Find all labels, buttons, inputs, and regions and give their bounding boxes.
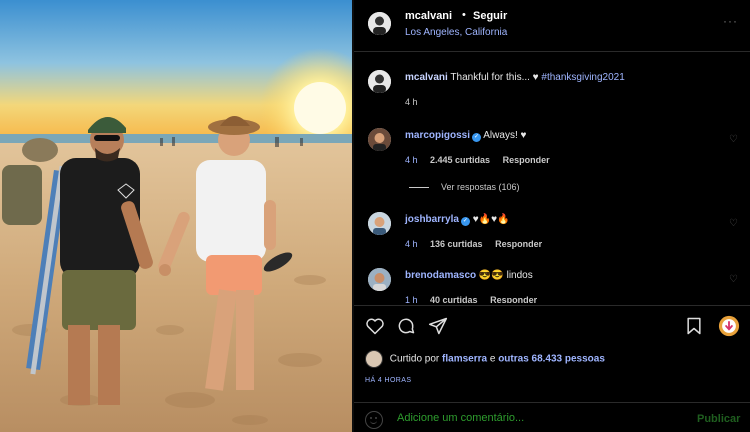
caption-hashtag[interactable]: #thanksgiving2021 (541, 72, 624, 83)
post-details-panel: mcalvani • Seguir Los Angeles, Californi… (354, 0, 750, 432)
verified-badge-icon: ✓ (472, 133, 482, 142)
comment-text: joshbarryla ✓ ♥🔥♥🔥 (405, 214, 509, 226)
post-timestamp[interactable]: HÁ 4 HORAS (365, 377, 411, 384)
reply-button[interactable]: Responder (490, 295, 537, 303)
bookmark-icon[interactable] (684, 316, 704, 339)
view-replies-button[interactable]: Ver respostas (106) (409, 182, 520, 192)
comment-time: 4 h (405, 239, 418, 249)
commenter-avatar[interactable] (368, 212, 391, 235)
comment-likes[interactable]: 2.445 curtidas (430, 155, 490, 165)
liked-by-prefix: Curtido por (389, 353, 440, 365)
comment-time: 4 h (405, 155, 418, 165)
comment-like-heart-icon[interactable]: ♡ (729, 274, 738, 285)
view-replies-label: Ver respostas (106) (441, 182, 520, 192)
add-comment-bar: Publicar (354, 402, 750, 432)
author-username[interactable]: mcalvani (405, 10, 452, 22)
share-icon[interactable] (428, 316, 448, 339)
comment-likes[interactable]: 40 curtidas (430, 295, 478, 303)
comment-input[interactable] (397, 412, 687, 424)
follow-button[interactable]: Seguir (473, 10, 507, 22)
comment-body: ♥🔥♥🔥 (472, 214, 510, 225)
comment-meta: 4 h 2.445 curtidas Responder (405, 155, 560, 165)
commenter-avatar[interactable] (368, 128, 391, 151)
comment-time: 1 h (405, 295, 418, 303)
comment-username[interactable]: joshbarryla (405, 214, 459, 225)
beach-sunset-photo (0, 0, 352, 432)
caption-meta: 4 h (405, 97, 428, 107)
location-link[interactable]: Los Angeles, California (405, 27, 507, 38)
liked-by-conj: e (489, 353, 496, 365)
caption-body: Thankful for this... ♥ (450, 72, 542, 83)
author-avatar[interactable] (368, 12, 391, 35)
post-photo[interactable] (0, 0, 352, 432)
save-badge-icon[interactable] (718, 315, 740, 340)
comment-meta: 4 h 136 curtidas Responder (405, 239, 552, 249)
comment-meta: 1 h 40 curtidas Responder (405, 295, 547, 303)
verified-badge-icon: ✓ (460, 217, 470, 226)
commenter-avatar[interactable] (368, 268, 391, 291)
replies-line (409, 187, 429, 189)
reply-button[interactable]: Responder (495, 239, 542, 249)
liked-by-line: Curtido por flamserra e outras 68.433 pe… (365, 350, 605, 368)
comment-text: brenodamasco 😎😎 lindos (405, 270, 533, 281)
heart-icon[interactable] (365, 316, 385, 339)
caption-username[interactable]: mcalvani (405, 72, 448, 83)
caption-time: 4 h (405, 97, 418, 107)
reply-button[interactable]: Responder (503, 155, 550, 165)
comment-username[interactable]: brenodamasco (405, 270, 476, 281)
post-actions: Curtido por flamserra e outras 68.433 pe… (354, 305, 750, 432)
other-likers-link[interactable]: outras 68.433 pessoas (498, 354, 605, 365)
comment-username[interactable]: marcopigossi (405, 130, 470, 141)
comment-icon[interactable] (396, 316, 416, 339)
more-icon[interactable]: ··· (723, 14, 738, 28)
comment-body: Always! ♥ (483, 130, 527, 141)
comment-text: marcopigossi ✓ Always! ♥ (405, 130, 526, 142)
caption-text: mcalvani Thankful for this... ♥ #thanksg… (405, 72, 625, 83)
liker-username[interactable]: flamserra (442, 354, 487, 365)
comment-body: 😎😎 lindos (478, 270, 533, 281)
comment-like-heart-icon[interactable]: ♡ (729, 134, 738, 145)
caption-avatar[interactable] (368, 70, 391, 93)
emoji-icon[interactable] (365, 411, 383, 429)
comment-likes[interactable]: 136 curtidas (430, 239, 483, 249)
publish-button[interactable]: Publicar (697, 413, 740, 425)
post-header: mcalvani • Seguir Los Angeles, Californi… (354, 0, 750, 52)
comment-like-heart-icon[interactable]: ♡ (729, 218, 738, 229)
separator-dot: • (462, 9, 466, 21)
liker-avatar[interactable] (365, 350, 383, 368)
comments-list[interactable]: mcalvani Thankful for this... ♥ #thanksg… (354, 53, 750, 303)
